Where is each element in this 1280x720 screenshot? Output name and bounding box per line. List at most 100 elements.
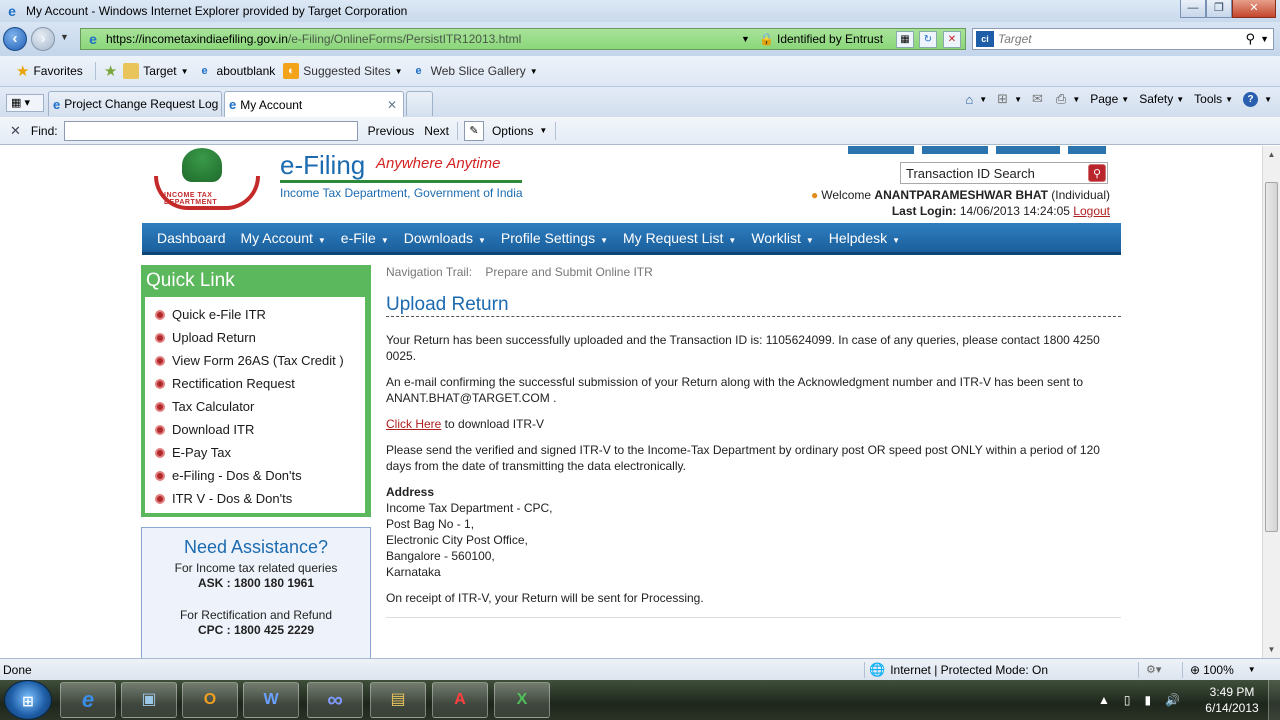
start-button[interactable]: ⊞ xyxy=(4,680,52,720)
favorites-button[interactable]: ★ Favorites xyxy=(16,62,83,80)
recent-pages-dropdown[interactable]: ▼ xyxy=(60,32,69,42)
nav-my-request-list[interactable]: My Request List ▼ xyxy=(623,230,736,246)
address-bar[interactable]: e https://incometaxindiaefiling.gov.in/e… xyxy=(80,28,966,50)
device-icon[interactable]: ▯ xyxy=(1124,693,1131,707)
security-identity[interactable]: Identified by Entrust xyxy=(777,32,883,46)
nav-profile-settings[interactable]: Profile Settings ▼ xyxy=(501,230,608,246)
home-button[interactable]: ⌂ ▼ xyxy=(965,92,987,107)
transaction-id-search-input[interactable]: Transaction ID Search xyxy=(906,166,1035,181)
upload-success-message: Your Return has been successfully upload… xyxy=(386,333,1100,363)
fav-item-target[interactable]: Target ▼ xyxy=(123,63,189,79)
add-to-favorites-bar-button[interactable]: ★ xyxy=(104,62,121,80)
transaction-id-search[interactable]: Transaction ID Search ⚲ xyxy=(900,162,1108,184)
quick-link-item[interactable]: View Form 26AS (Tax Credit ) xyxy=(155,349,365,372)
forward-button[interactable]: › xyxy=(31,27,55,51)
header-tab[interactable] xyxy=(922,146,988,154)
fav-item-web-slice-gallery[interactable]: e Web Slice Gallery ▼ xyxy=(411,63,538,79)
nav-e-file[interactable]: e-File ▼ xyxy=(341,230,389,246)
back-button[interactable]: ‹ xyxy=(3,27,27,51)
nav-dashboard[interactable]: Dashboard xyxy=(157,230,226,246)
quick-link-item[interactable]: Rectification Request xyxy=(155,372,365,395)
lock-icon[interactable]: 🔒 xyxy=(759,32,774,46)
search-placeholder[interactable]: Target xyxy=(998,32,1032,46)
bullet-icon xyxy=(155,378,165,389)
quick-link-item[interactable]: Upload Return xyxy=(155,326,365,349)
nav-worklist[interactable]: Worklist ▼ xyxy=(751,230,813,246)
close-window-button[interactable]: ✕ xyxy=(1232,0,1276,18)
scroll-up-arrow-icon[interactable]: ▲ xyxy=(1263,146,1280,163)
safety-menu[interactable]: Safety ▼ xyxy=(1139,92,1184,106)
quick-link-item[interactable]: Download ITR xyxy=(155,418,365,441)
scrollbar-thumb[interactable] xyxy=(1265,182,1278,532)
nav-helpdesk[interactable]: Helpdesk ▼ xyxy=(829,230,900,246)
chevron-down-icon: ▼ xyxy=(892,235,901,245)
network-icon[interactable]: ▮ xyxy=(1145,693,1152,707)
search-options-dropdown[interactable]: ▼ xyxy=(1260,34,1269,44)
vertical-scrollbar[interactable]: ▲ ▼ xyxy=(1262,146,1280,658)
taskbar-app-word[interactable]: W xyxy=(243,682,299,718)
nav-downloads[interactable]: Downloads ▼ xyxy=(404,230,486,246)
minimize-button[interactable]: — xyxy=(1180,0,1206,18)
highlight-matches-button[interactable]: ✎ xyxy=(463,120,484,141)
close-find-bar-icon[interactable]: ✕ xyxy=(10,123,21,139)
quick-link-label: E-Pay Tax xyxy=(172,445,232,460)
taskbar-app-internet-explorer[interactable]: e xyxy=(60,682,116,718)
system-clock[interactable]: 3:49 PM 6/14/2013 xyxy=(1200,684,1264,716)
breadcrumb-item[interactable]: Prepare and Submit Online ITR xyxy=(485,265,652,279)
internet-explorer-icon: e xyxy=(81,687,95,712)
quick-link-item[interactable]: ITR V - Dos & Don'ts xyxy=(155,487,365,510)
find-next-button[interactable]: Next xyxy=(424,124,449,138)
header-tab[interactable] xyxy=(848,146,914,154)
feeds-button[interactable]: ⊞ ▼ xyxy=(997,91,1022,107)
page-menu[interactable]: Page ▼ xyxy=(1090,92,1129,106)
compatibility-view-button[interactable]: ▦ xyxy=(896,31,914,48)
nav-label: e-File xyxy=(340,229,376,246)
find-previous-button[interactable]: Previous xyxy=(368,124,415,138)
click-here-link[interactable]: Click Here xyxy=(386,417,441,431)
tab-my-account[interactable]: e My Account ✕ xyxy=(224,91,404,117)
nav-my-account[interactable]: My Account ▼ xyxy=(241,230,326,246)
help-menu[interactable]: ? ▼ xyxy=(1243,91,1272,107)
address-url[interactable]: https://incometaxindiaefiling.gov.in/e-F… xyxy=(106,32,521,46)
taskbar-app-webex[interactable]: ∞ xyxy=(307,682,363,718)
gear-icon[interactable]: ⚙▾ xyxy=(1146,663,1161,676)
stop-button[interactable]: ✕ xyxy=(943,31,961,48)
tab-project-change-request-log[interactable]: e Project Change Request Log xyxy=(48,91,222,116)
security-zone[interactable]: 🌐 Internet | Protected Mode: On xyxy=(869,662,1048,678)
show-hidden-icons-icon[interactable]: ▲ xyxy=(1098,693,1110,707)
taskbar-app-acrobat[interactable]: A xyxy=(432,682,488,718)
tools-menu[interactable]: Tools ▼ xyxy=(1194,92,1233,106)
search-icon[interactable]: ⚲ xyxy=(1245,31,1255,47)
scroll-down-arrow-icon[interactable]: ▼ xyxy=(1263,641,1280,658)
search-box[interactable]: ci Target ⚲ ▼ xyxy=(972,28,1274,50)
add-favorite-icon: ★ xyxy=(103,63,118,80)
header-tab[interactable] xyxy=(1068,146,1106,154)
taskbar-app-explorer[interactable]: ▤ xyxy=(370,682,426,718)
volume-icon[interactable]: 🔊 xyxy=(1165,693,1180,707)
quick-link-item[interactable]: e-Filing - Dos & Don'ts xyxy=(155,464,365,487)
quick-link-item[interactable]: Quick e-File ITR xyxy=(155,303,365,326)
taskbar-app-excel[interactable]: X xyxy=(494,682,550,718)
address-dropdown[interactable]: ▼ xyxy=(741,34,750,44)
quick-link-item[interactable]: E-Pay Tax xyxy=(155,441,365,464)
taskbar-app-outlook[interactable]: O xyxy=(182,682,238,718)
fav-item-aboutblank[interactable]: e aboutblank xyxy=(197,63,275,79)
quick-link-item[interactable]: Tax Calculator xyxy=(155,395,365,418)
quick-tabs-button[interactable]: ▦ ▾ xyxy=(6,94,44,112)
close-tab-icon[interactable]: ✕ xyxy=(387,98,397,112)
taskbar-app-remote-desktop[interactable]: ▣ xyxy=(121,682,177,718)
new-tab-button[interactable] xyxy=(406,91,433,116)
print-button[interactable]: ⎙ ▼ xyxy=(1056,91,1080,107)
logout-link[interactable]: Logout xyxy=(1073,204,1110,218)
header-tab[interactable] xyxy=(996,146,1060,154)
find-input[interactable] xyxy=(63,120,358,141)
restore-button[interactable]: ❐ xyxy=(1206,0,1232,18)
refresh-button[interactable]: ↻ xyxy=(919,31,937,48)
search-icon[interactable]: ⚲ xyxy=(1088,164,1106,182)
printer-icon: ⎙ xyxy=(1055,91,1067,106)
read-mail-button[interactable]: ✉ xyxy=(1032,91,1046,107)
zoom-control[interactable]: ⊕ 100% ▼ xyxy=(1190,663,1256,677)
find-options-button[interactable]: Options xyxy=(492,124,533,138)
show-desktop-button[interactable] xyxy=(1268,680,1280,720)
fav-item-suggested-sites[interactable]: ◐ Suggested Sites ▼ xyxy=(283,63,403,79)
